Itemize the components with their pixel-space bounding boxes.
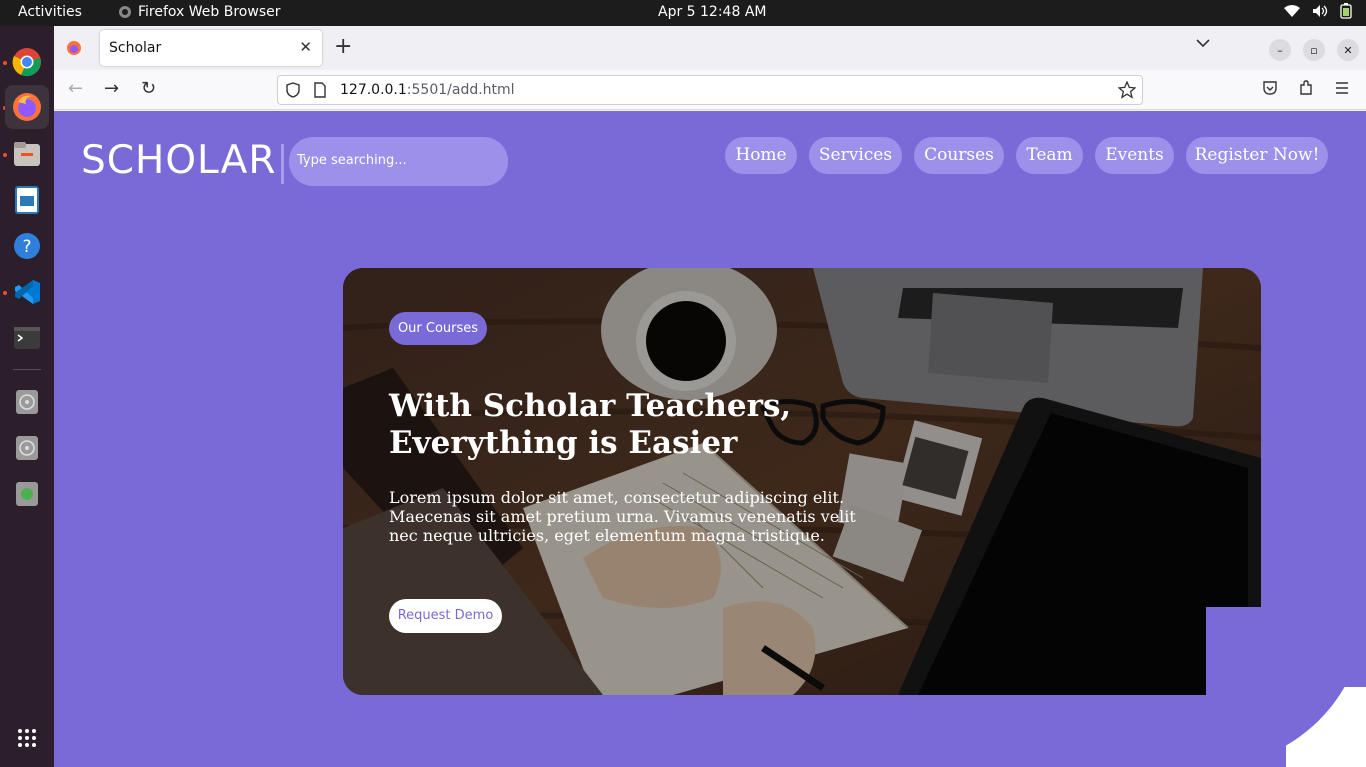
logo-divider <box>281 144 284 184</box>
nav-events[interactable]: Events <box>1095 137 1174 174</box>
url-host: 127.0.0.1 <box>340 82 407 98</box>
hero-banner: Our Courses With Scholar Teachers, Every… <box>343 268 1261 695</box>
pocket-icon[interactable] <box>1262 80 1278 96</box>
wifi-icon <box>1284 5 1300 17</box>
trash-icon[interactable] <box>5 472 49 516</box>
new-tab-icon[interactable]: + <box>334 35 352 59</box>
tab-title: Scholar <box>109 40 162 56</box>
close-tab-icon[interactable]: ✕ <box>299 38 312 56</box>
tab-strip: Scholar ✕ + – ▫ ✕ <box>54 26 1366 70</box>
system-tray[interactable] <box>1284 3 1352 19</box>
app-menu[interactable]: Firefox Web Browser <box>118 4 281 20</box>
menu-icon[interactable] <box>1334 80 1350 96</box>
nav-team[interactable]: Team <box>1016 137 1083 174</box>
tab-scholar[interactable]: Scholar ✕ <box>100 30 322 66</box>
vscode-icon[interactable] <box>5 270 49 314</box>
dock-separator <box>13 369 41 370</box>
disc-icon[interactable] <box>5 380 49 424</box>
terminal-icon[interactable] <box>5 316 49 360</box>
minimize-icon[interactable]: – <box>1269 39 1291 61</box>
address-bar[interactable]: 127.0.0.1:5501/add.html <box>277 75 1143 105</box>
firefox-view-icon[interactable] <box>66 40 82 56</box>
dock: ? <box>0 26 54 767</box>
clock[interactable]: Apr 5 12:48 AM <box>658 4 766 20</box>
bookmark-star-icon[interactable] <box>1118 81 1136 99</box>
writer-icon[interactable] <box>5 178 49 222</box>
apps-grid-icon[interactable] <box>5 716 49 760</box>
search-input[interactable]: Type searching... <box>289 137 508 186</box>
volume-icon <box>1313 5 1328 17</box>
reload-icon[interactable]: ↻ <box>141 79 156 99</box>
firefox-small-icon <box>119 6 131 18</box>
svg-text:?: ? <box>22 237 31 257</box>
browser-window: Scholar ✕ + – ▫ ✕ ← → ↻ 127.0.0.1:5501/a… <box>54 26 1366 767</box>
forward-icon[interactable]: → <box>104 79 119 99</box>
disc-icon[interactable] <box>5 426 49 470</box>
web-page: SCHOLAR Type searching... Home Services … <box>54 111 1366 767</box>
shield-icon[interactable] <box>286 82 300 98</box>
firefox-icon[interactable] <box>5 85 49 129</box>
page-corner-decoration <box>1206 607 1366 767</box>
chevron-down-icon[interactable] <box>1196 38 1210 48</box>
hero-text: Lorem ipsum dolor sit amet, consectetur … <box>389 488 856 545</box>
activities-button[interactable]: Activities <box>18 4 82 20</box>
url-path: :5501/add.html <box>406 82 515 98</box>
extensions-icon[interactable] <box>1298 80 1314 96</box>
files-icon[interactable] <box>5 132 49 176</box>
chrome-icon[interactable] <box>5 40 49 84</box>
request-demo-button[interactable]: Request Demo <box>389 599 502 633</box>
page-icon[interactable] <box>314 82 326 98</box>
navigation-toolbar: ← → ↻ 127.0.0.1:5501/add.html <box>54 70 1366 110</box>
battery-icon <box>1340 3 1352 19</box>
app-name: Firefox Web Browser <box>138 4 281 20</box>
system-top-bar: Activities Firefox Web Browser Apr 5 12:… <box>0 0 1366 26</box>
url-text: 127.0.0.1:5501/add.html <box>340 82 515 98</box>
nav-home[interactable]: Home <box>725 137 797 174</box>
back-icon[interactable]: ← <box>68 79 83 99</box>
help-icon[interactable]: ? <box>5 224 49 268</box>
nav-services[interactable]: Services <box>809 137 902 174</box>
nav-courses[interactable]: Courses <box>914 137 1004 174</box>
hero-tag[interactable]: Our Courses <box>389 312 487 345</box>
nav-register-now[interactable]: Register Now! <box>1186 137 1328 174</box>
maximize-icon[interactable]: ▫ <box>1303 39 1325 61</box>
hero-title: With Scholar Teachers, Everything is Eas… <box>389 388 792 461</box>
close-window-icon[interactable]: ✕ <box>1337 39 1359 61</box>
site-logo[interactable]: SCHOLAR <box>81 138 276 183</box>
